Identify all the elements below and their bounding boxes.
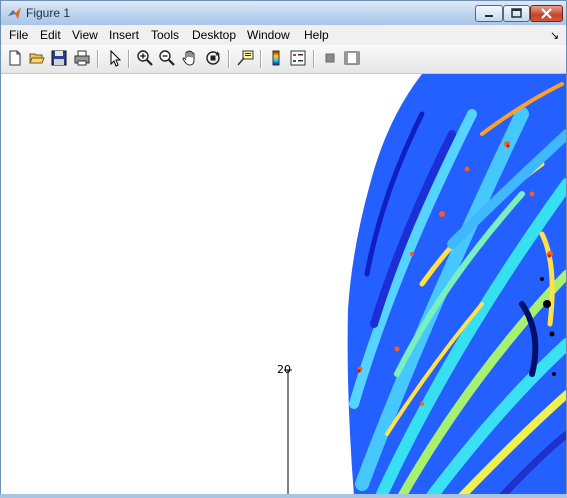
menu-desktop[interactable]: Desktop (192, 28, 236, 42)
toolbar-separator (128, 50, 130, 68)
minimize-button[interactable] (475, 5, 503, 22)
close-icon (541, 8, 552, 19)
data-cursor-icon[interactable] (236, 49, 254, 67)
insert-colorbar-icon[interactable] (267, 49, 285, 67)
matlab-logo-icon (7, 6, 22, 20)
zoom-in-icon[interactable] (136, 49, 154, 67)
title-bar[interactable]: Figure 1 (1, 1, 566, 25)
figure-window: Figure 1 File Edit View Insert Tools Des… (0, 0, 567, 498)
menu-file[interactable]: File (9, 28, 28, 42)
maximize-button[interactable] (503, 5, 530, 22)
window-bottom-edge (0, 494, 567, 498)
hide-plot-tools-icon[interactable] (321, 49, 339, 67)
minimize-icon (485, 15, 493, 17)
rotate-3d-icon[interactable] (204, 49, 222, 67)
toolbar-separator (97, 50, 99, 68)
zoom-out-icon[interactable] (158, 49, 176, 67)
insert-legend-icon[interactable] (289, 49, 307, 67)
toolbar-separator (260, 50, 262, 68)
window-title: Figure 1 (26, 6, 71, 20)
print-icon[interactable] (73, 49, 91, 67)
menu-insert[interactable]: Insert (109, 28, 139, 42)
menu-tools[interactable]: Tools (151, 28, 179, 42)
toolbar-separator (228, 50, 230, 68)
menu-edit[interactable]: Edit (40, 28, 61, 42)
edit-plot-arrow-icon[interactable] (106, 49, 124, 67)
maximize-icon (511, 8, 522, 18)
plot-axes[interactable]: 20 (2, 74, 566, 496)
toolbar-separator (313, 50, 315, 68)
menu-help[interactable]: Help (304, 28, 329, 42)
menu-dock-arrow-icon[interactable]: ↘ (550, 29, 559, 42)
close-button[interactable] (530, 5, 563, 22)
menu-bar: File Edit View Insert Tools Desktop Wind… (1, 25, 566, 45)
tick-label: 20 (277, 363, 291, 376)
open-file-icon[interactable] (28, 49, 46, 67)
menu-view[interactable]: View (72, 28, 98, 42)
pan-hand-icon[interactable] (181, 49, 199, 67)
show-plot-tools-icon[interactable] (343, 49, 361, 67)
figure-toolbar (1, 45, 566, 74)
menu-window[interactable]: Window (247, 28, 290, 42)
false-color-image (284, 74, 566, 496)
new-figure-icon[interactable] (6, 49, 24, 67)
save-icon[interactable] (50, 49, 68, 67)
